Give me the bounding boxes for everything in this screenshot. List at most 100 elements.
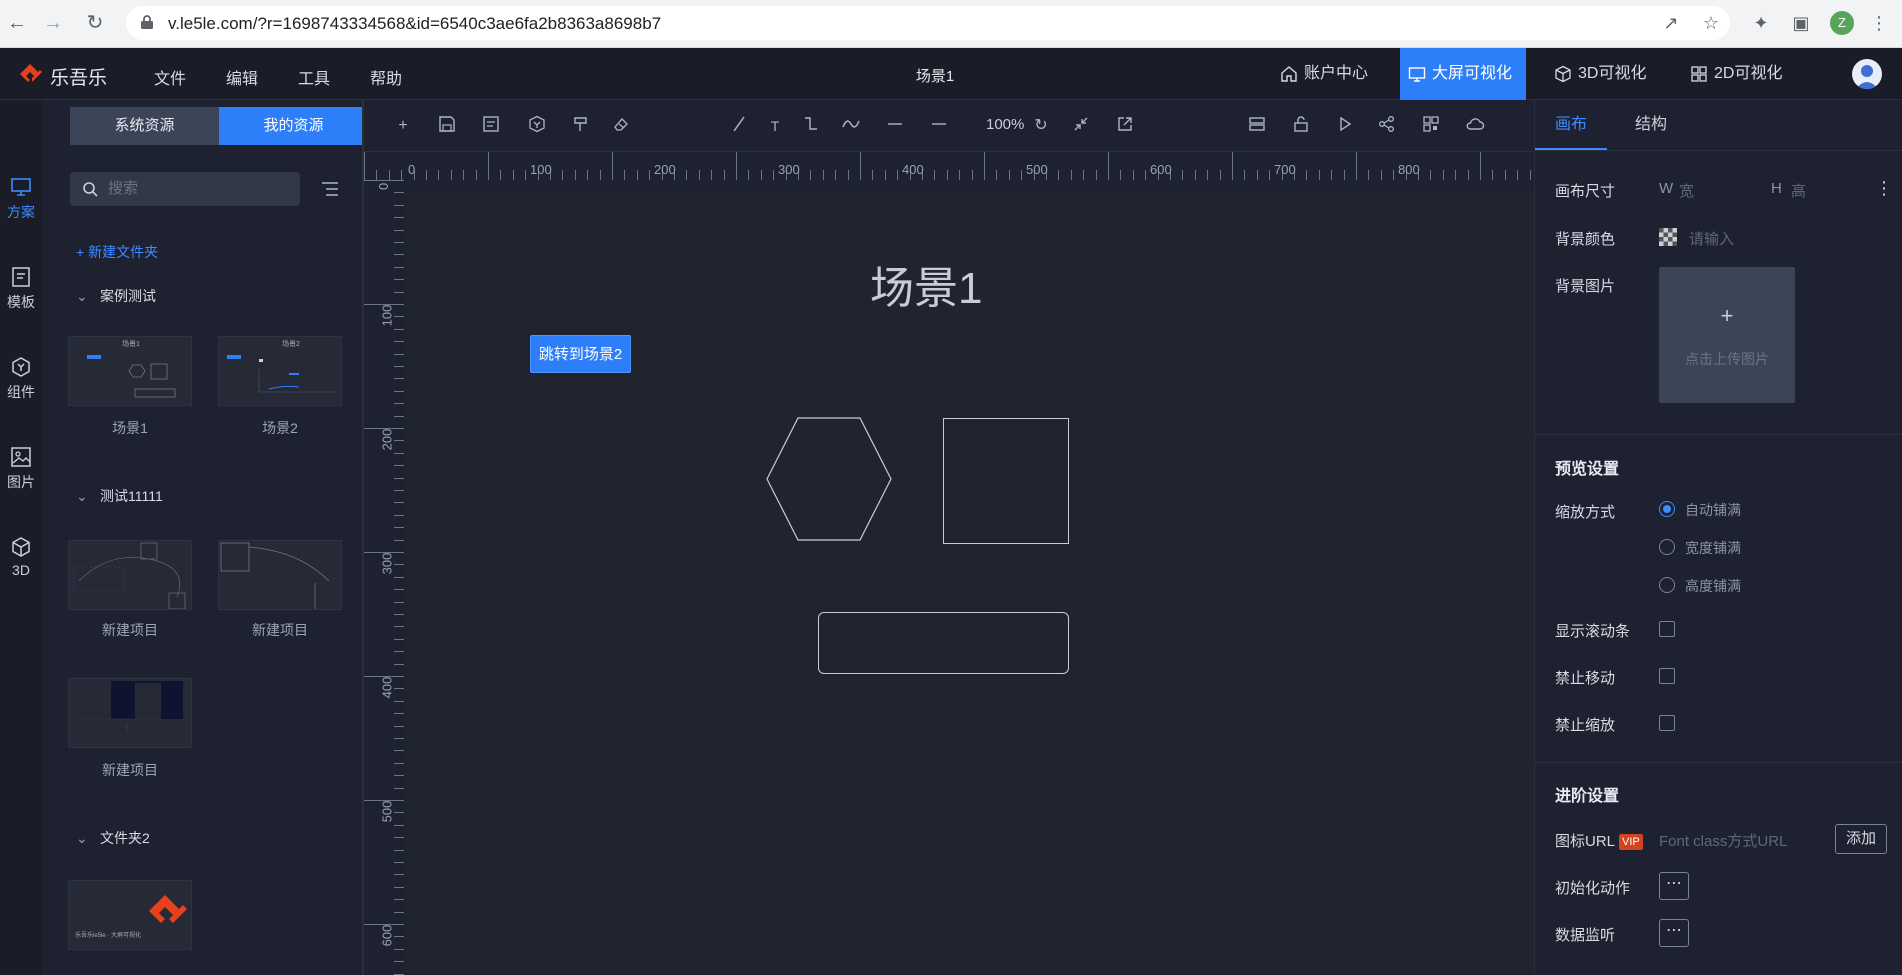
radio-auto-fill[interactable] <box>1659 501 1675 517</box>
thumbnail-preview <box>73 542 186 609</box>
sidepanel-icon[interactable]: ▣ <box>1790 12 1812 34</box>
cloud-icon[interactable] <box>1464 115 1486 137</box>
le5le-logo-icon[interactable] <box>18 62 42 86</box>
list-menu-icon[interactable] <box>320 180 340 198</box>
divider <box>1535 150 1902 151</box>
thumbnail-preview: 场景1 <box>87 339 176 398</box>
disable-scale-checkbox[interactable] <box>1659 715 1675 731</box>
text-tool-icon[interactable]: T <box>764 115 786 137</box>
ruler-label: 400 <box>902 162 924 177</box>
hexagon-shape[interactable] <box>765 416 895 546</box>
rail-item-components[interactable]: 组件 <box>0 350 42 416</box>
project-thumb[interactable] <box>68 540 192 610</box>
menu-file[interactable]: 文件 <box>154 65 186 89</box>
share-icon[interactable] <box>1376 115 1398 137</box>
save-icon[interactable] <box>436 115 458 137</box>
external-link-icon[interactable] <box>1114 115 1136 137</box>
tab-account-center[interactable]: 账户中心 <box>1272 48 1392 100</box>
tab-my-resources[interactable]: 我的资源 <box>219 107 368 145</box>
jump-to-scene-button[interactable]: 跳转到场景2 <box>530 335 631 373</box>
ruler-label: 0 <box>408 162 416 177</box>
ruler-label: 200 <box>654 162 676 177</box>
tab-2d[interactable]: 2D可视化 <box>1682 48 1798 100</box>
reload-icon[interactable]: ↻ <box>82 10 108 36</box>
ruler-top: 0 100 200 300 400 500 600 700 800 <box>364 152 1534 180</box>
folder-header[interactable]: ⌄ 文件夹2 <box>76 828 150 848</box>
project-thumb[interactable]: 场景2 <box>218 336 342 406</box>
polyline-icon[interactable] <box>800 115 822 137</box>
tab-canvas[interactable]: 画布 <box>1535 100 1608 150</box>
component-icon[interactable] <box>526 115 548 137</box>
icon-url-input[interactable]: Font class方式URL <box>1659 830 1787 851</box>
tab-system-resources[interactable]: 系统资源 <box>70 107 219 145</box>
star-icon[interactable]: ☆ <box>1700 12 1722 34</box>
rail-item-images[interactable]: 图片 <box>0 440 42 506</box>
play-icon[interactable] <box>1334 115 1356 137</box>
qrcode-icon[interactable] <box>1420 115 1442 137</box>
add-button[interactable]: 添加 <box>1835 824 1887 854</box>
menu-edit[interactable]: 编辑 <box>226 65 258 89</box>
project-thumb[interactable] <box>68 678 192 748</box>
new-folder-link[interactable]: + 新建文件夹 <box>76 242 158 262</box>
radio-height-fill[interactable] <box>1659 577 1675 593</box>
forward-icon[interactable]: → <box>40 10 66 36</box>
curve-icon[interactable] <box>840 115 862 137</box>
extensions-icon[interactable]: ✦ <box>1750 12 1772 34</box>
chevron-down-icon: ⌄ <box>76 830 88 846</box>
line-start-icon[interactable] <box>884 115 906 137</box>
add-icon[interactable]: + <box>392 115 414 137</box>
monitor-icon <box>11 178 31 196</box>
rail-item-3d[interactable]: 3D <box>0 530 42 596</box>
scene-title[interactable]: 场景1 <box>900 65 970 86</box>
rounded-rect-shape[interactable] <box>818 612 1069 674</box>
upload-image-box[interactable]: + 点击上传图片 <box>1659 267 1795 403</box>
format-brush-icon[interactable] <box>570 115 592 137</box>
square-shape[interactable] <box>943 418 1069 544</box>
rail-item-templates[interactable]: 模板 <box>0 260 42 326</box>
data-listen-more-button[interactable]: ⋯ <box>1659 919 1689 947</box>
back-icon[interactable]: ← <box>4 10 30 36</box>
color-swatch-icon[interactable] <box>1659 228 1677 246</box>
user-icon <box>1856 65 1878 89</box>
radio-width-fill[interactable] <box>1659 539 1675 555</box>
share-icon[interactable]: ↗ <box>1660 12 1682 34</box>
line-icon[interactable] <box>728 115 750 137</box>
height-input[interactable]: 高 <box>1791 180 1806 201</box>
folder-header[interactable]: ⌄ 案例测试 <box>76 286 156 306</box>
init-action-more-button[interactable]: ⋯ <box>1659 872 1689 900</box>
tab-structure[interactable]: 结构 <box>1615 100 1687 150</box>
canvas-title-text[interactable]: 场景1 <box>870 252 982 316</box>
document-icon[interactable] <box>480 115 502 137</box>
profile-avatar[interactable]: Z <box>1830 11 1854 35</box>
bg-color-input[interactable]: 请输入 <box>1689 228 1734 249</box>
project-thumb[interactable]: 乐吾乐le5le · 大屏可视化 <box>68 880 192 950</box>
tab-big-screen[interactable]: 大屏可视化 <box>1400 48 1526 100</box>
zoom-level[interactable]: 100% <box>986 116 1024 133</box>
ruler-label: 0 <box>376 182 391 190</box>
refresh-icon[interactable]: ↻ <box>1030 115 1052 137</box>
shrink-icon[interactable] <box>1070 115 1092 137</box>
project-thumb[interactable] <box>218 540 342 610</box>
eraser-icon[interactable] <box>610 115 632 137</box>
rail-item-solutions[interactable]: 方案 <box>0 170 42 236</box>
show-scrollbar-checkbox[interactable] <box>1659 621 1675 637</box>
unlock-icon[interactable] <box>1290 115 1312 137</box>
kebab-menu-icon[interactable]: ⋮ <box>1868 12 1890 34</box>
menu-help[interactable]: 帮助 <box>370 65 402 89</box>
disable-move-checkbox[interactable] <box>1659 668 1675 684</box>
cube-icon <box>1555 65 1571 83</box>
address-bar[interactable]: v.le5le.com/?r=1698743334568&id=6540c3ae… <box>126 6 1730 40</box>
tab-3d[interactable]: 3D可视化 <box>1546 48 1662 100</box>
project-thumb[interactable]: 场景1 <box>68 336 192 406</box>
menu-tools[interactable]: 工具 <box>298 65 330 89</box>
layers-icon[interactable] <box>1246 115 1268 137</box>
line-end-icon[interactable] <box>928 115 950 137</box>
ruler-label: 700 <box>1274 162 1296 177</box>
folder-header[interactable]: ⌄ 测试11111 <box>76 486 163 506</box>
user-avatar[interactable] <box>1852 59 1882 89</box>
more-vertical-icon[interactable]: ⋮ <box>1875 178 1893 199</box>
search-box[interactable] <box>70 172 300 206</box>
thumb-title: 场景1 <box>122 339 140 348</box>
width-input[interactable]: 宽 <box>1679 180 1694 201</box>
search-input[interactable] <box>108 180 288 197</box>
